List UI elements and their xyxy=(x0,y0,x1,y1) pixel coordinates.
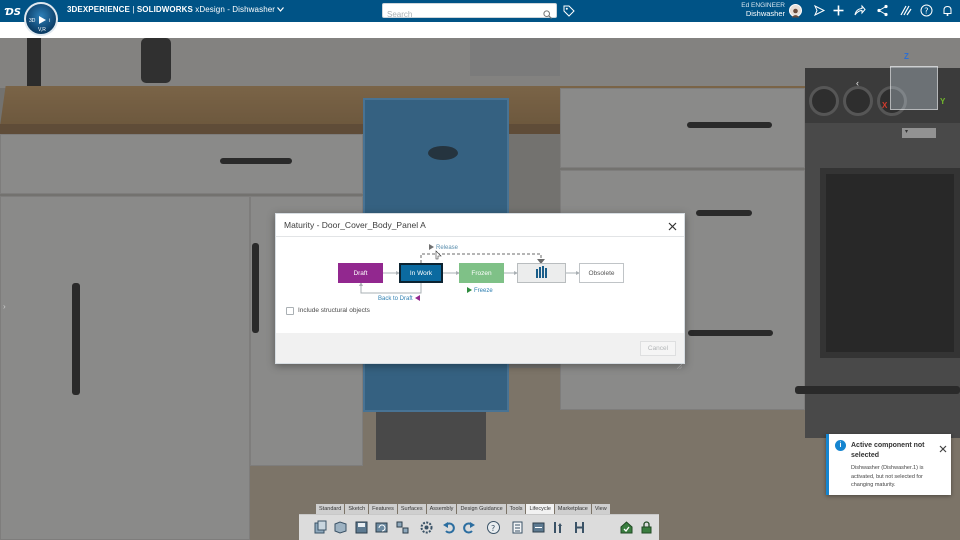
tab-standard[interactable]: Standard xyxy=(316,504,345,514)
chevron-down-icon[interactable] xyxy=(277,7,285,14)
tab-view[interactable]: View xyxy=(591,504,610,514)
transition-arrow-icon xyxy=(467,287,472,293)
search-icon[interactable] xyxy=(543,6,552,19)
app-name: xDesign - Dishwasher xyxy=(195,5,276,14)
transition-back-to-draft[interactable]: Back to Draft xyxy=(378,295,420,302)
transition-freeze[interactable]: Freeze xyxy=(467,287,493,294)
compass-i-label: i xyxy=(49,18,51,24)
compass-3d-label: 3D xyxy=(29,18,36,24)
tab-marketplace[interactable]: Marketplace xyxy=(554,504,591,514)
search-input[interactable] xyxy=(387,8,537,21)
structure-icon[interactable] xyxy=(572,520,587,535)
dialog-footer: Cancel xyxy=(276,333,684,370)
action-bar: ? xyxy=(299,514,659,540)
svg-text:ƊS: ƊS xyxy=(4,7,21,18)
close-icon[interactable] xyxy=(939,440,947,453)
info-icon: i xyxy=(835,440,846,451)
tab-assembly[interactable]: Assembly xyxy=(426,504,457,514)
resize-grip-icon[interactable] xyxy=(676,356,683,370)
loading-bars-icon xyxy=(535,266,549,280)
help-icon[interactable]: ? xyxy=(920,4,933,17)
include-structural-checkbox[interactable] xyxy=(286,307,294,315)
brand-label: 3DEXPERIENCE xyxy=(67,5,130,14)
transition-freeze-label: Freeze xyxy=(474,288,493,294)
compass-play-icon xyxy=(39,16,46,24)
assembly-icon[interactable] xyxy=(395,520,410,535)
tab-design-guidance[interactable]: Design Guidance xyxy=(457,504,506,514)
maturity-dialog: Maturity - Door_Cover_Body_Panel A Draft… xyxy=(275,213,685,370)
axis-y-label: Y xyxy=(940,97,946,106)
user-context: Dishwasher xyxy=(745,9,785,18)
transition-release[interactable]: Release xyxy=(429,244,458,251)
notifications-icon[interactable] xyxy=(941,4,954,17)
network-share-icon[interactable] xyxy=(876,4,889,17)
save-icon[interactable] xyxy=(354,520,369,535)
state-obsolete[interactable]: Obsolete xyxy=(579,263,624,283)
tab-sketch[interactable]: Sketch xyxy=(345,504,369,514)
lifecycle-approve-icon[interactable] xyxy=(619,520,634,535)
state-frozen[interactable]: Frozen xyxy=(459,263,504,283)
share-speech-icon[interactable] xyxy=(813,4,826,17)
expand-panel-icon[interactable]: › xyxy=(3,302,6,311)
app-title[interactable]: 3DEXPERIENCE | SOLIDWORKS xDesign - Dish… xyxy=(67,5,285,14)
help-icon[interactable]: ? xyxy=(486,520,501,535)
state-released[interactable] xyxy=(517,263,566,283)
include-structural-label: Include structural objects xyxy=(298,307,370,314)
notification-title: Active component not selected xyxy=(851,442,925,459)
dimension-icon[interactable] xyxy=(551,520,566,535)
avatar[interactable] xyxy=(789,4,802,18)
tab-tools[interactable]: Tools xyxy=(506,504,526,514)
svg-text:?: ? xyxy=(491,524,495,533)
tab-surfaces[interactable]: Surfaces xyxy=(397,504,426,514)
tab-lifecycle[interactable]: Lifecycle xyxy=(526,504,554,514)
view-dropdown[interactable]: ▾ xyxy=(902,128,936,138)
notification-toast: i Active component not selected Dishwash… xyxy=(826,434,951,495)
lock-icon[interactable] xyxy=(639,520,654,535)
product-label: SOLIDWORKS xyxy=(136,5,193,14)
open-icon[interactable] xyxy=(333,520,348,535)
cancel-button[interactable]: Cancel xyxy=(640,341,676,356)
view-cube-icon[interactable] xyxy=(890,66,938,110)
properties-icon[interactable] xyxy=(510,520,525,535)
axis-z-label: Z xyxy=(904,52,909,61)
action-bar-tabs: Standard Sketch Features Surfaces Assemb… xyxy=(316,504,611,514)
user-info[interactable]: Ed ENGINEER Dishwasher xyxy=(741,2,785,18)
apps-tools-icon[interactable] xyxy=(899,4,912,17)
plus-icon[interactable] xyxy=(832,4,845,17)
revise-icon[interactable] xyxy=(531,520,546,535)
search-box[interactable] xyxy=(382,3,557,21)
title-separator: | xyxy=(130,5,137,14)
dassault-logo-icon[interactable]: ƊS xyxy=(4,3,22,19)
settings-icon[interactable] xyxy=(419,520,434,535)
transition-back-label: Back to Draft xyxy=(378,296,413,302)
share-arrow-icon[interactable] xyxy=(853,4,866,17)
undo-icon[interactable] xyxy=(442,520,457,535)
transition-arrow-icon xyxy=(429,244,434,250)
chevron-left-icon[interactable]: ‹ xyxy=(856,78,859,88)
compass-icon[interactable]: 3D V,R i xyxy=(24,2,58,36)
state-draft[interactable]: Draft xyxy=(338,263,383,283)
notification-body: Dishwasher (Dishwasher.1) is activated, … xyxy=(851,465,924,488)
svg-text:?: ? xyxy=(924,7,928,16)
refresh-icon[interactable] xyxy=(374,520,389,535)
compass-vr-label: V,R xyxy=(38,27,46,33)
redo-icon[interactable] xyxy=(461,520,476,535)
axis-x-label: X xyxy=(882,101,888,110)
state-in-work[interactable]: In Work xyxy=(399,263,443,283)
secondary-toolbar-strip xyxy=(0,22,960,38)
tag-icon[interactable] xyxy=(563,4,575,17)
transition-release-label: Release xyxy=(436,245,459,251)
top-bar: ƊS 3DEXPERIENCE | SOLIDWORKS xDesign - D… xyxy=(0,0,960,22)
new-content-icon[interactable] xyxy=(313,520,328,535)
transition-arrow-icon xyxy=(414,295,420,301)
tab-features[interactable]: Features xyxy=(369,504,397,514)
